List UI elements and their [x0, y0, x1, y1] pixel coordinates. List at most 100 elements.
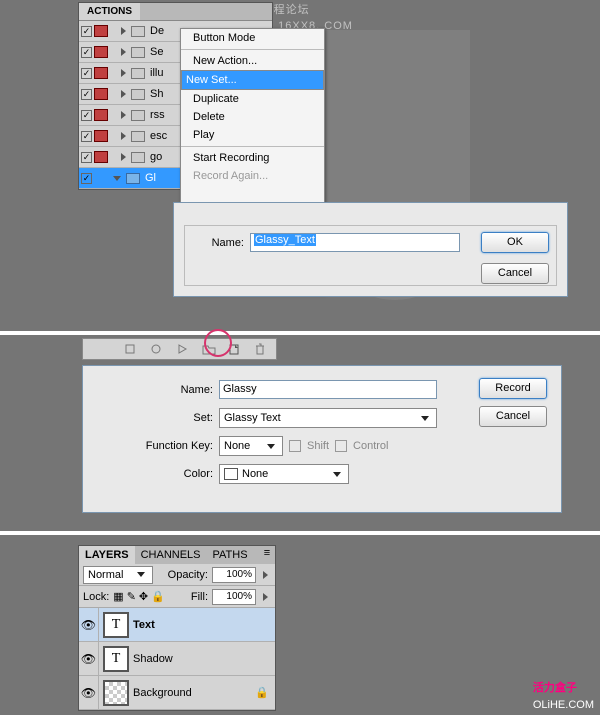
layer-item[interactable]: 👁T Text — [79, 608, 275, 642]
shift-checkbox — [289, 440, 301, 452]
layers-panel: LAYERS CHANNELS PATHS ≡ Normal Opacity: … — [78, 545, 276, 711]
name-label: Name: — [93, 384, 213, 396]
footer-watermark-a: 活力盒子 — [533, 682, 577, 694]
tab-paths[interactable]: PATHS — [207, 546, 254, 564]
menu-delete[interactable]: Delete — [181, 108, 324, 126]
record-button[interactable]: Record — [479, 378, 547, 399]
layer-name: Background — [133, 687, 192, 699]
chevron-right-icon[interactable] — [121, 132, 126, 140]
layer-thumbnail — [103, 680, 129, 706]
folder-icon — [131, 68, 145, 79]
layer-item[interactable]: 👁Background🔒 — [79, 676, 275, 710]
chevron-right-icon[interactable] — [121, 48, 126, 56]
shift-label: Shift — [307, 440, 329, 452]
new-action-dialog: Name: Glassy Set: Glassy Text Function K… — [82, 365, 562, 513]
menu-new-action[interactable]: New Action... — [181, 52, 324, 70]
toggle-dialog-icon[interactable] — [94, 130, 108, 142]
folder-icon — [131, 110, 145, 121]
footer-watermark-b: OLiHE.COM — [533, 699, 594, 711]
menu-play[interactable]: Play — [181, 126, 324, 144]
layer-name: Shadow — [133, 653, 173, 665]
stop-icon[interactable] — [124, 343, 136, 355]
text-layer-thumbnail: T — [103, 612, 129, 638]
lock-transparency-icon[interactable]: ▦ — [113, 590, 123, 603]
chevron-right-icon[interactable] — [121, 111, 126, 119]
folder-icon — [131, 89, 145, 100]
function-key-label: Function Key: — [93, 440, 213, 452]
folder-icon — [126, 173, 140, 184]
action-row-label: Sh — [147, 88, 163, 100]
chevron-right-icon[interactable] — [121, 27, 126, 35]
layer-name: Text — [133, 619, 155, 631]
set-select[interactable]: Glassy Text — [219, 408, 437, 428]
folder-icon — [131, 131, 145, 142]
control-checkbox — [335, 440, 347, 452]
tab-channels[interactable]: CHANNELS — [135, 546, 207, 564]
opacity-input[interactable]: 100% — [212, 567, 256, 583]
name-label: Name: — [204, 237, 244, 249]
toggle-dialog-icon[interactable] — [94, 88, 108, 100]
visibility-icon[interactable]: 👁 — [79, 642, 99, 675]
fill-label: Fill: — [191, 591, 208, 603]
checkbox-icon[interactable]: ✓ — [81, 89, 92, 100]
action-row-label: Gl — [142, 172, 156, 184]
trash-icon[interactable] — [254, 343, 266, 355]
text-layer-thumbnail: T — [103, 646, 129, 672]
blend-mode-select[interactable]: Normal — [83, 566, 153, 584]
cancel-button[interactable]: Cancel — [481, 263, 549, 284]
chevron-right-icon[interactable] — [263, 593, 268, 601]
play-icon[interactable] — [176, 343, 188, 355]
lock-position-icon[interactable]: ✥ — [139, 590, 148, 603]
record-icon[interactable] — [150, 343, 162, 355]
new-set-dialog: Name: Glassy_Text OK Cancel — [173, 202, 568, 297]
checkbox-icon[interactable]: ✓ — [81, 131, 92, 142]
checkbox-icon[interactable]: ✓ — [81, 173, 92, 184]
checkbox-icon[interactable]: ✓ — [81, 47, 92, 58]
toggle-dialog-icon[interactable] — [94, 46, 108, 58]
folder-icon — [131, 26, 145, 37]
toggle-dialog-icon[interactable] — [94, 151, 108, 163]
actions-panel-footer — [82, 338, 277, 360]
tab-layers[interactable]: LAYERS — [79, 546, 135, 564]
chevron-right-icon[interactable] — [121, 153, 126, 161]
visibility-icon[interactable]: 👁 — [79, 608, 99, 641]
chevron-right-icon[interactable] — [121, 90, 126, 98]
fill-input[interactable]: 100% — [212, 589, 256, 605]
menu-start-recording[interactable]: Start Recording — [181, 149, 324, 167]
checkbox-icon[interactable]: ✓ — [81, 152, 92, 163]
chevron-down-icon[interactable] — [113, 176, 121, 181]
cancel-button[interactable]: Cancel — [479, 406, 547, 427]
chevron-down-icon — [421, 416, 429, 421]
toggle-dialog-icon[interactable] — [94, 67, 108, 79]
set-label: Set: — [93, 412, 213, 424]
chevron-right-icon[interactable] — [121, 69, 126, 77]
visibility-icon[interactable]: 👁 — [79, 676, 99, 709]
lock-pixels-icon[interactable]: ✎ — [127, 590, 136, 603]
action-row-label: De — [147, 25, 164, 37]
checkbox-icon[interactable]: ✓ — [81, 26, 92, 37]
lock-all-icon[interactable]: 🔒 — [151, 590, 165, 603]
chevron-right-icon[interactable] — [263, 571, 268, 579]
chevron-down-icon — [137, 572, 145, 577]
checkbox-icon[interactable]: ✓ — [81, 68, 92, 79]
chevron-down-icon — [267, 444, 275, 449]
action-name-input[interactable]: Glassy — [219, 380, 437, 399]
highlight-circle — [204, 329, 232, 357]
ok-button[interactable]: OK — [481, 232, 549, 253]
checkbox-icon[interactable]: ✓ — [81, 110, 92, 121]
menu-new-set[interactable]: New Set... — [181, 70, 324, 90]
folder-icon — [131, 152, 145, 163]
menu-button-mode[interactable]: Button Mode — [181, 29, 324, 47]
menu-duplicate[interactable]: Duplicate — [181, 90, 324, 108]
layer-item[interactable]: 👁T Shadow — [79, 642, 275, 676]
set-name-input[interactable]: Glassy_Text — [250, 233, 460, 252]
function-key-select[interactable]: None — [219, 436, 283, 456]
opacity-label: Opacity: — [168, 569, 208, 581]
control-label: Control — [353, 440, 388, 452]
toggle-dialog-icon[interactable] — [94, 109, 108, 121]
toggle-dialog-icon[interactable] — [94, 25, 108, 37]
chevron-down-icon — [333, 472, 341, 477]
actions-tab[interactable]: ACTIONS — [79, 3, 140, 20]
panel-menu-icon[interactable]: ≡ — [259, 546, 275, 560]
color-select[interactable]: None — [219, 464, 349, 484]
